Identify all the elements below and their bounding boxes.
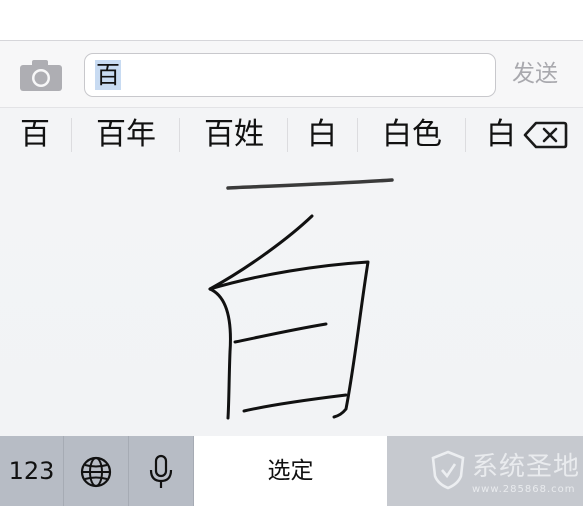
candidate-item[interactable]: 百姓	[188, 108, 280, 162]
candidate-divider	[465, 118, 466, 152]
candidate-divider	[357, 118, 358, 152]
message-text-field[interactable]: 百	[84, 53, 496, 97]
field-text-value: 百	[95, 60, 121, 90]
candidate-divider	[287, 118, 288, 152]
return-key-edge[interactable]	[387, 436, 401, 506]
top-blank-area	[0, 0, 583, 40]
watermark-url: www.285868.com	[472, 484, 576, 495]
watermark-site-name: 系统圣地	[472, 452, 581, 482]
shield-logo-icon	[431, 450, 465, 490]
candidate-item[interactable]: 白色	[366, 108, 458, 162]
candidate-item[interactable]: 百年	[80, 108, 172, 162]
keyboard-bottom-row: 123 选定 系统圣地 www.285868.com	[0, 436, 583, 506]
candidate-bar: 百 百年 百姓 白 白色 白	[0, 108, 583, 162]
delete-button[interactable]	[522, 120, 568, 150]
camera-button[interactable]	[18, 57, 64, 93]
message-input-bar: 百 发送	[0, 40, 583, 108]
candidate-divider	[71, 118, 72, 152]
globe-key[interactable]	[64, 436, 129, 506]
send-button[interactable]: 发送	[512, 59, 558, 89]
numbers-key[interactable]: 123	[0, 436, 64, 506]
candidate-item[interactable]: 白	[474, 108, 514, 162]
handwritten-strokes	[208, 178, 394, 420]
candidate-divider	[179, 118, 180, 152]
globe-icon	[80, 456, 112, 487]
camera-icon	[20, 60, 62, 91]
microphone-icon	[149, 454, 173, 488]
microphone-key[interactable]	[129, 436, 194, 506]
candidate-item[interactable]: 百	[6, 108, 64, 162]
confirm-key[interactable]: 选定	[194, 436, 387, 506]
candidate-item[interactable]: 白	[296, 108, 348, 162]
backspace-icon	[523, 121, 568, 149]
watermark: 系统圣地 www.285868.com	[400, 436, 583, 506]
handwriting-pad[interactable]	[0, 162, 583, 436]
